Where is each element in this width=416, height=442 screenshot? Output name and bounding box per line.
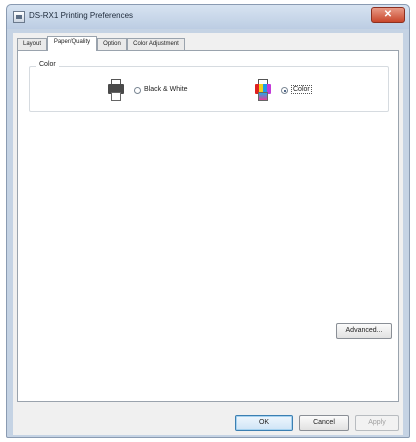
window-title: DS-RX1 Printing Preferences bbox=[29, 11, 134, 20]
apply-button[interactable]: Apply bbox=[355, 415, 399, 431]
printing-preferences-window: DS-RX1 Printing Preferences ✕ Layout Pap… bbox=[6, 4, 410, 438]
paper-quality-panel: Color Black & White Color Advanced... bbox=[17, 50, 399, 402]
color-label[interactable]: Color bbox=[291, 85, 312, 94]
color-group: Color Black & White Color bbox=[29, 61, 389, 112]
title-bar[interactable]: DS-RX1 Printing Preferences ✕ bbox=[7, 5, 409, 29]
cancel-button[interactable]: Cancel bbox=[299, 415, 349, 431]
tab-paper-quality[interactable]: Paper/Quality bbox=[47, 36, 97, 51]
tab-layout[interactable]: Layout bbox=[17, 38, 47, 50]
printer-app-icon bbox=[13, 11, 25, 23]
color-group-label: Color bbox=[36, 61, 59, 68]
ok-button[interactable]: OK bbox=[235, 415, 293, 431]
black-white-label[interactable]: Black & White bbox=[144, 86, 188, 93]
tab-color-adjustment[interactable]: Color Adjustment bbox=[127, 38, 185, 50]
tab-option[interactable]: Option bbox=[97, 38, 127, 50]
dialog-client-area: Layout Paper/Quality Option Color Adjust… bbox=[13, 33, 403, 435]
advanced-button[interactable]: Advanced... bbox=[336, 323, 392, 339]
color-printer-icon bbox=[255, 79, 271, 101]
black-white-radio[interactable] bbox=[134, 87, 141, 94]
color-radio[interactable] bbox=[281, 87, 288, 94]
black-white-printer-icon bbox=[108, 79, 124, 101]
close-button[interactable]: ✕ bbox=[371, 7, 405, 23]
